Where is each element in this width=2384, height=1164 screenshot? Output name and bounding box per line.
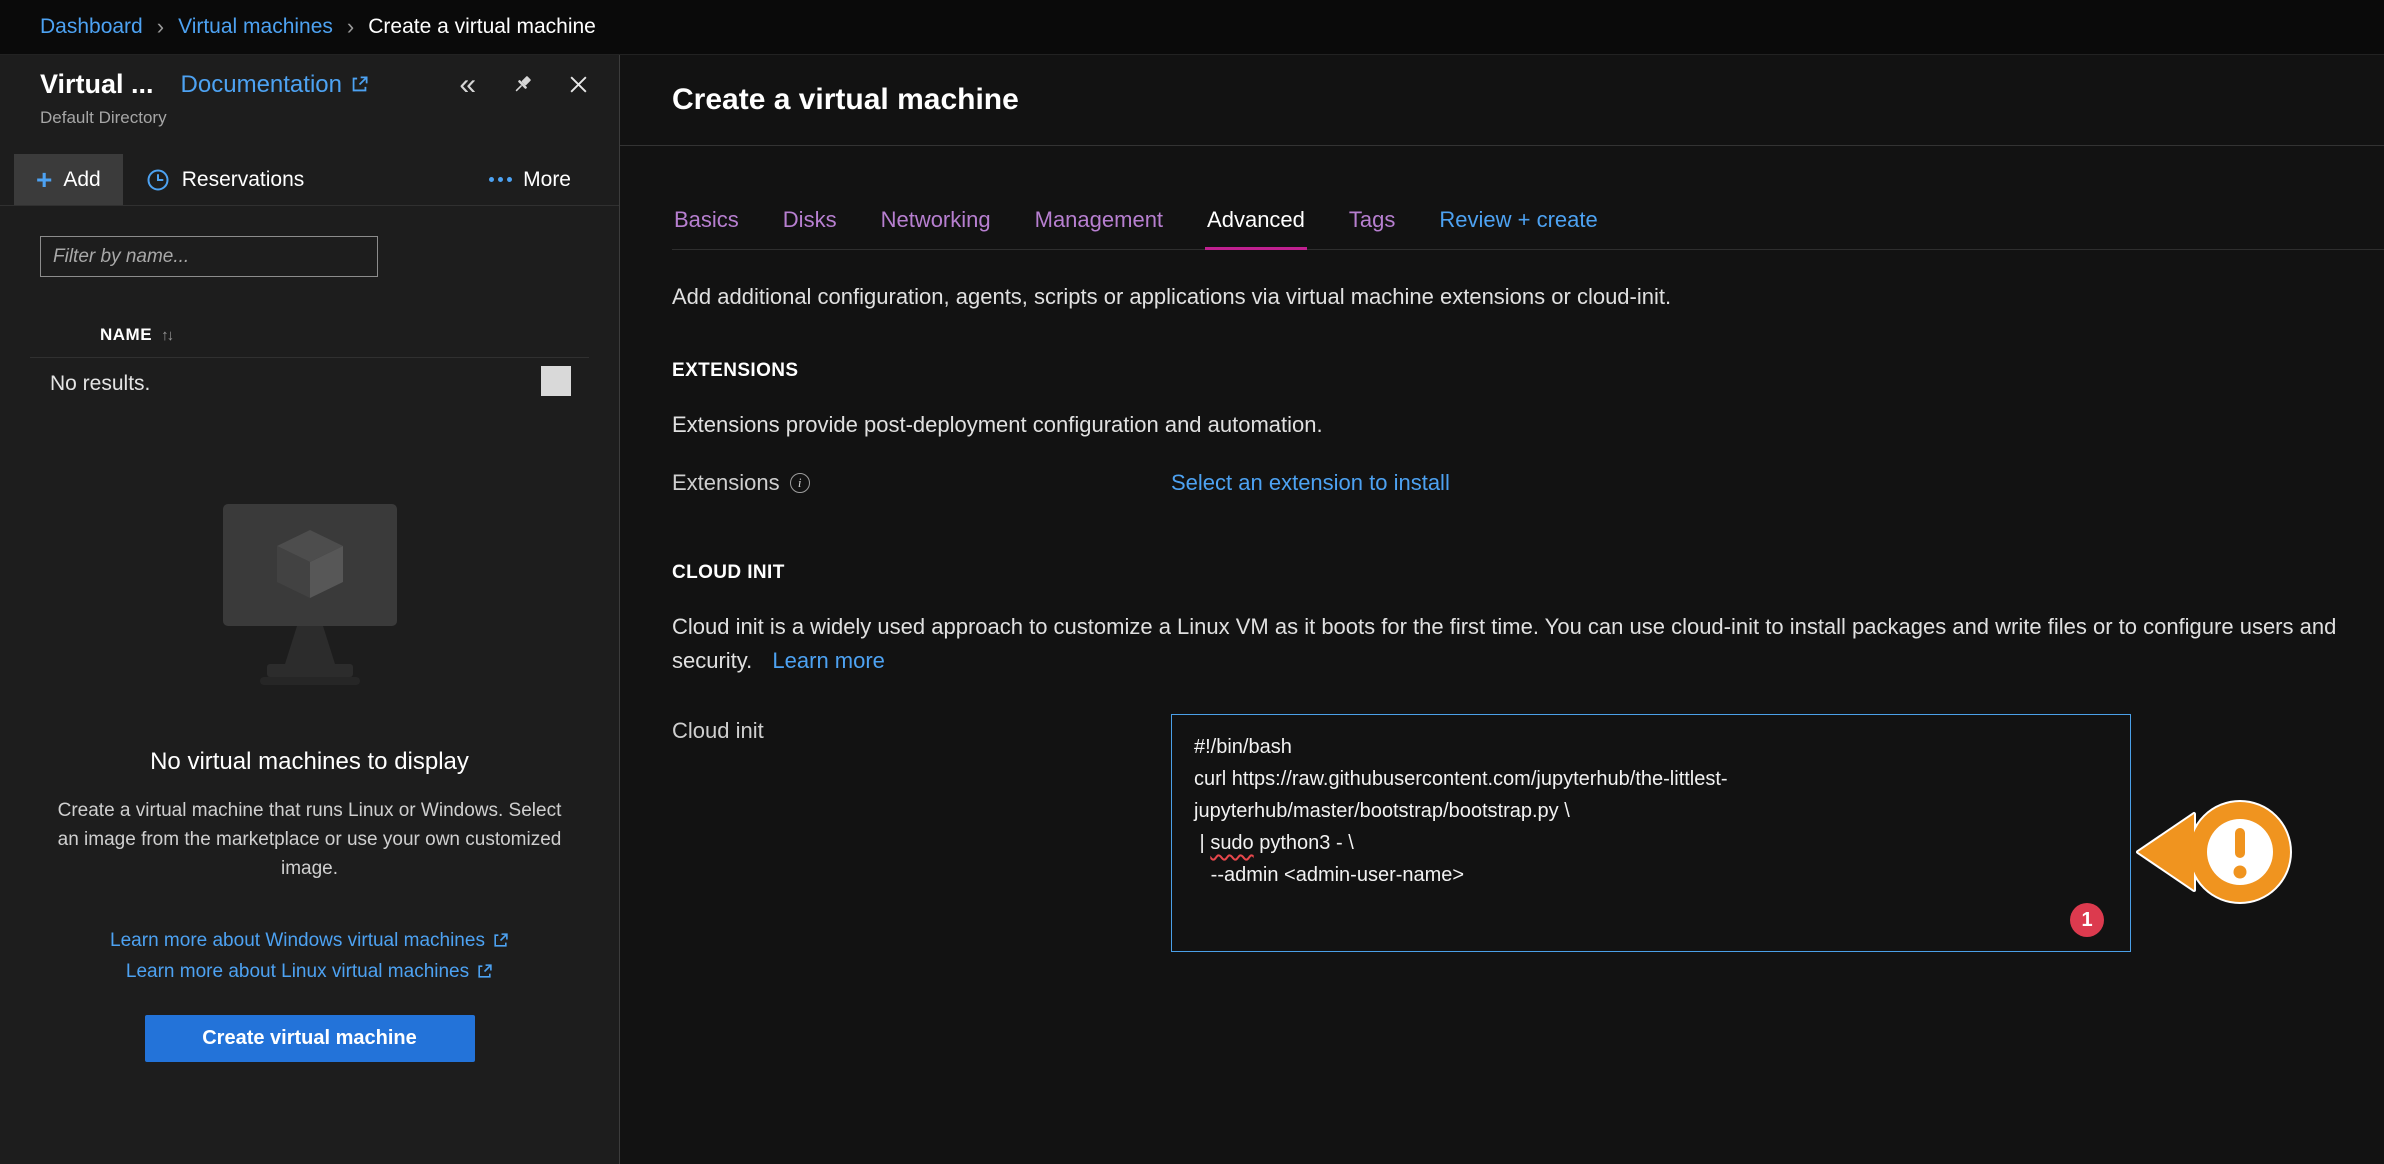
main-panel: Create a virtual machine Basics Disks Netw… [620, 55, 2384, 1164]
command-bar: + Add Reservations More [0, 154, 619, 206]
pin-panel-button[interactable] [510, 73, 534, 97]
clock-icon [145, 167, 171, 193]
plus-icon: + [36, 166, 52, 194]
learn-more-link[interactable]: Learn more [772, 648, 885, 673]
tab-bar: Basics Disks Networking Management Advanced T… [672, 199, 2384, 250]
extensions-heading: EXTENSIONS [672, 360, 2384, 382]
panel-header: Virtual ... Documentation « [0, 55, 619, 128]
external-link-icon [350, 75, 369, 94]
documentation-link[interactable]: Documentation [181, 71, 369, 99]
external-link-icon [476, 963, 493, 980]
tab-advanced[interactable]: Advanced [1205, 199, 1307, 249]
cloud-init-description-text: Cloud init is a widely used approach to … [672, 614, 2336, 673]
info-icon[interactable]: i [790, 473, 810, 493]
empty-state-description: Create a virtual machine that runs Linux… [48, 796, 571, 883]
tab-review-create[interactable]: Review + create [1437, 199, 1599, 249]
collapse-panel-button[interactable]: « [459, 70, 476, 100]
cloud-init-label: Cloud init [672, 718, 764, 744]
reservations-button[interactable]: Reservations [123, 154, 327, 205]
pin-icon [510, 73, 534, 97]
results-row: No results. [30, 357, 589, 410]
attention-pointer-annotation [2136, 792, 2296, 917]
close-panel-button[interactable] [568, 74, 589, 95]
ellipsis-icon [489, 177, 512, 182]
add-button-label: Add [63, 168, 100, 192]
cloud-init-heading: CLOUD INIT [672, 562, 2384, 584]
empty-state-heading: No virtual machines to display [48, 748, 571, 776]
filter-input[interactable] [40, 236, 378, 277]
breadcrumb-separator: › [157, 14, 164, 40]
panel-title: Virtual ... [40, 69, 154, 100]
page-title: Create a virtual machine [672, 83, 1019, 117]
reservations-button-label: Reservations [182, 168, 305, 192]
main-header: Create a virtual machine [620, 55, 2384, 146]
sort-icon: ↑↓ [161, 327, 172, 344]
cloud-init-editor[interactable]: #!/bin/bashcurl https://raw.githubuserco… [1171, 714, 2131, 952]
external-link-icon [492, 932, 509, 949]
close-icon [568, 74, 589, 95]
tab-management[interactable]: Management [1033, 199, 1165, 249]
breadcrumb-current-page: Create a virtual machine [368, 15, 596, 39]
misspelled-word: sudo [1210, 832, 1253, 854]
tab-tags[interactable]: Tags [1347, 199, 1397, 249]
vm-empty-illustration [205, 498, 415, 693]
select-extension-link[interactable]: Select an extension to install [1171, 470, 1450, 496]
virtual-machines-panel: Virtual ... Documentation « [0, 55, 620, 1164]
breadcrumb-dashboard[interactable]: Dashboard [40, 15, 143, 39]
breadcrumb: Dashboard › Virtual machines › Create a … [0, 0, 2384, 55]
more-button[interactable]: More [467, 154, 593, 205]
more-button-label: More [523, 168, 571, 192]
extensions-label: Extensions [672, 470, 780, 496]
cloud-init-description: Cloud init is a widely used approach to … [672, 610, 2384, 678]
cloud-init-field-row: Cloud init #!/bin/bashcurl https://raw.g… [672, 714, 2384, 952]
tab-basics[interactable]: Basics [672, 199, 741, 249]
column-header-name[interactable]: NAME ↑↓ [0, 313, 619, 357]
directory-subtitle: Default Directory [40, 108, 589, 128]
extensions-description: Extensions provide post-deployment confi… [672, 412, 2384, 438]
scrollbar-thumb[interactable] [541, 366, 571, 396]
create-virtual-machine-button[interactable]: Create virtual machine [145, 1015, 475, 1062]
learn-more-linux-label: Learn more about Linux virtual machines [126, 956, 469, 987]
learn-more-windows-label: Learn more about Windows virtual machine… [110, 925, 485, 956]
documentation-link-label: Documentation [181, 71, 342, 99]
breadcrumb-separator: › [347, 14, 354, 40]
cloud-init-code: #!/bin/bashcurl https://raw.githubuserco… [1194, 731, 2108, 891]
breadcrumb-virtual-machines[interactable]: Virtual machines [178, 15, 333, 39]
app-shell: Virtual ... Documentation « [0, 55, 2384, 1164]
form-content: Basics Disks Networking Management Advanced T… [620, 199, 2384, 952]
no-results-text: No results. [50, 372, 150, 395]
exclamation-pointer-icon [2136, 792, 2296, 912]
error-count-badge: 1 [2070, 903, 2104, 937]
learn-more-windows-link[interactable]: Learn more about Windows virtual machine… [110, 925, 509, 956]
add-button[interactable]: + Add [14, 154, 123, 205]
extensions-field-row: Extensions i Select an extension to inst… [672, 470, 2384, 496]
learn-more-linux-link[interactable]: Learn more about Linux virtual machines [126, 956, 493, 987]
collapse-icon: « [459, 70, 476, 100]
intro-text: Add additional configuration, agents, sc… [672, 284, 2384, 310]
tab-networking[interactable]: Networking [879, 199, 993, 249]
tab-disks[interactable]: Disks [781, 199, 839, 249]
empty-state: No virtual machines to display Create a … [0, 410, 619, 1062]
name-column-label: NAME [100, 325, 152, 345]
